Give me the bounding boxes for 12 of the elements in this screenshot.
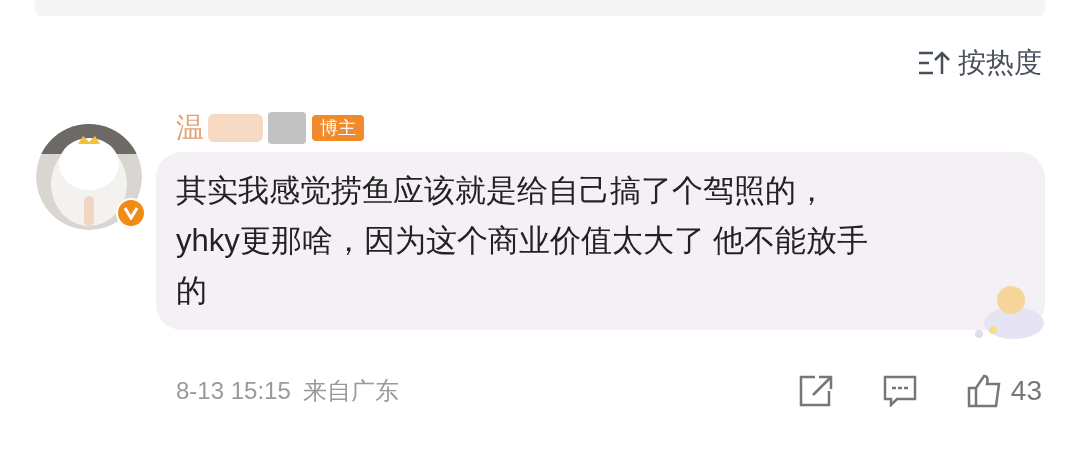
author-badge: 博主: [312, 115, 364, 141]
sort-icon: [918, 50, 950, 76]
sort-button[interactable]: 按热度: [918, 42, 1042, 84]
comment-date: 8-13 15:15: [176, 376, 291, 406]
like-count: 43: [1010, 374, 1042, 408]
comment-location: 来自广东: [302, 376, 399, 406]
thumbs-up-icon[interactable]: [966, 374, 1003, 408]
comment-text: 其实我感觉捞鱼应该就是给自己搞了个驾照的，: [176, 172, 828, 210]
comment-icon[interactable]: [882, 375, 917, 407]
comment-text: 的: [176, 272, 208, 310]
comment-text: yhky更那啥，因为这个商业价值太大了 他不能放手: [176, 222, 870, 260]
share-icon[interactable]: [798, 375, 833, 407]
